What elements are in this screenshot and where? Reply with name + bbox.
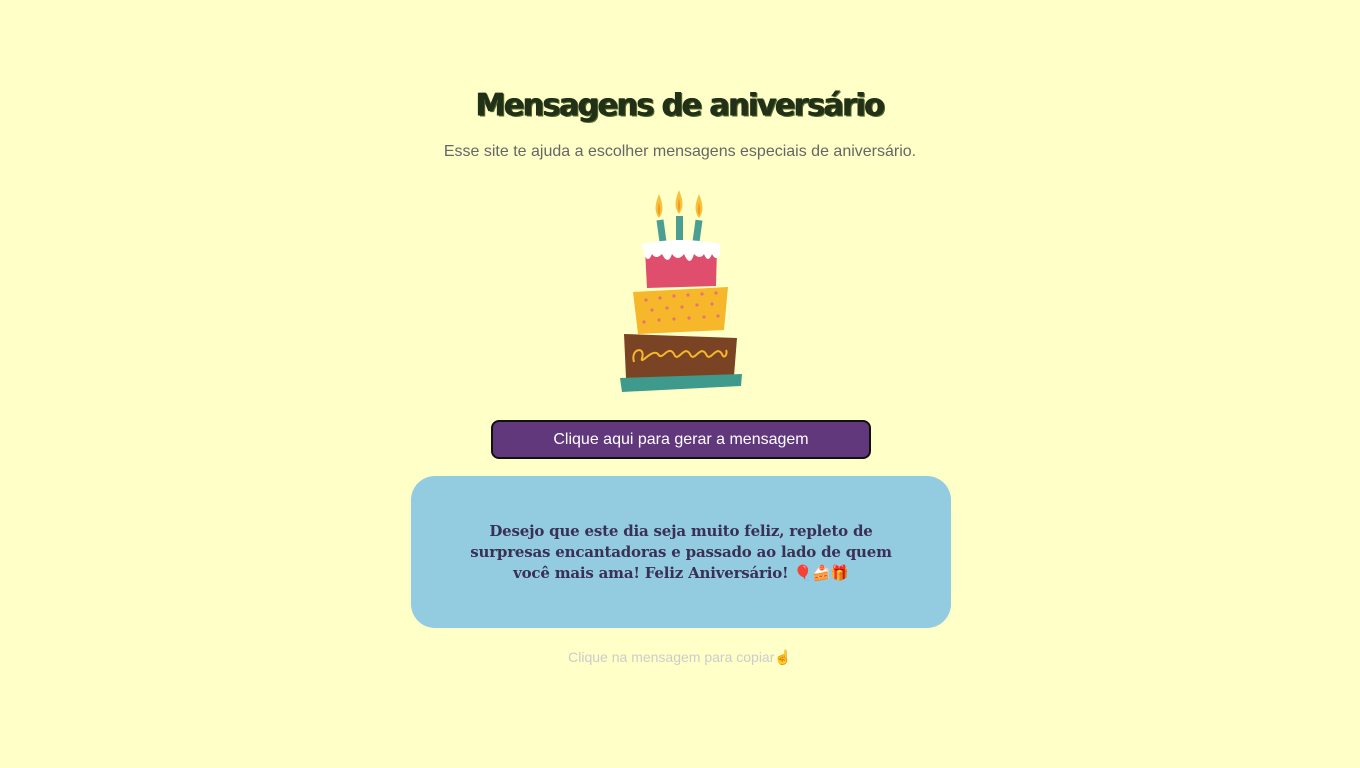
birthday-cake-icon bbox=[612, 188, 748, 398]
birthday-message-text: Desejo que este dia seja muito feliz, re… bbox=[470, 521, 892, 582]
generate-message-button[interactable]: Clique aqui para gerar a mensagem bbox=[491, 420, 871, 459]
copy-hint-text: Clique na mensagem para copiar☝ bbox=[568, 649, 792, 665]
page: Mensagens de aniversário Esse site te aj… bbox=[0, 0, 1360, 768]
page-title: Mensagens de aniversário bbox=[476, 87, 885, 124]
message-box[interactable]: Desejo que este dia seja muito feliz, re… bbox=[411, 476, 951, 628]
page-subtitle: Esse site te ajuda a escolher mensagens … bbox=[443, 143, 917, 160]
